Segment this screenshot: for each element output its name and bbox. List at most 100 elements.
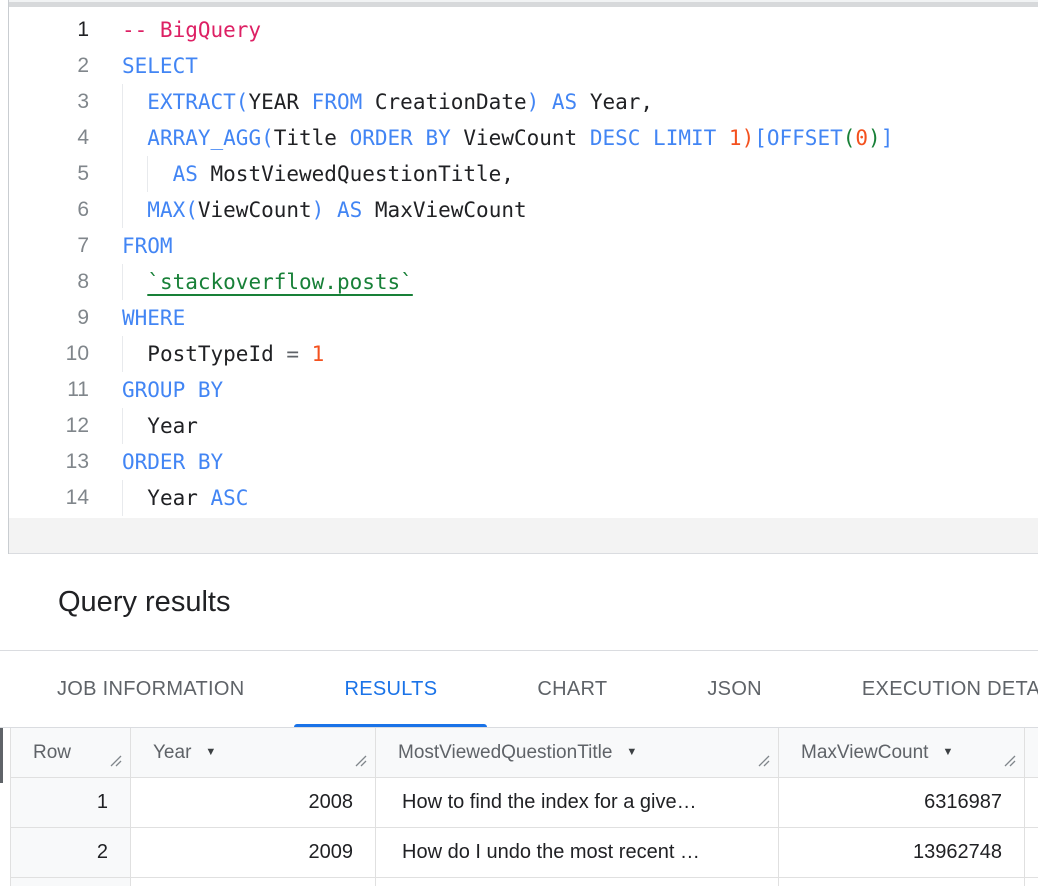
indent-guide [122, 192, 123, 228]
column-resize-handle-icon[interactable] [354, 751, 367, 773]
table-cell[interactable]: How do I undo the most recent … [376, 828, 779, 877]
table-cell[interactable]: 13962748 [779, 828, 1025, 877]
tab-label: JOB INFORMATION [57, 678, 244, 701]
code-tokens: -- BigQuery [122, 18, 261, 42]
code-line[interactable]: 6 MAX(ViewCount) AS MaxViewCount [9, 192, 1038, 228]
line-number: 9 [9, 300, 100, 336]
indent-guide [122, 156, 123, 192]
code-text: AS MostViewedQuestionTitle, [122, 156, 514, 192]
column-menu-arrow-icon[interactable]: ▼ [626, 747, 637, 758]
code-line[interactable]: 3 EXTRACT(YEAR FROM CreationDate) AS Yea… [9, 84, 1038, 120]
column-resize-handle-icon[interactable] [1003, 751, 1016, 773]
tab-label: JSON [707, 678, 762, 701]
code-text: -- BigQuery [122, 12, 261, 48]
line-number: 4 [9, 120, 100, 156]
line-number: 6 [9, 192, 100, 228]
line-number: 13 [9, 444, 100, 480]
indent-guide [122, 120, 123, 156]
code-text: SELECT [122, 48, 198, 84]
code-tokens: SELECT [122, 54, 198, 78]
column-menu-arrow-icon[interactable]: ▼ [205, 747, 216, 758]
line-number: 12 [9, 408, 100, 444]
code-line[interactable]: 1 -- BigQuery [9, 12, 1038, 48]
code-tokens: ARRAY_AGG(Title ORDER BY ViewCount DESC … [122, 126, 893, 150]
table-cell[interactable]: 2008 [131, 778, 376, 827]
column-label: Row [33, 742, 71, 764]
code-tokens: PostTypeId = 1 [122, 342, 324, 366]
line-number: 2 [9, 48, 100, 84]
table-cell[interactable] [131, 878, 376, 886]
column-resize-handle-icon[interactable] [109, 751, 122, 773]
editor-bottom-gutter [9, 518, 1038, 554]
table-cell[interactable]: How to find the index for a give… [376, 778, 779, 827]
row-number-cell[interactable]: 1 [11, 778, 131, 827]
results-table: RowYear▼MostViewedQuestionTitle▼MaxViewC… [10, 728, 1038, 886]
line-number: 3 [9, 84, 100, 120]
code-text: PostTypeId = 1 [122, 336, 324, 372]
page-title: Query results [58, 586, 230, 619]
code-text: `stackoverflow.posts` [122, 264, 413, 300]
tab-json[interactable]: JSON [657, 651, 812, 727]
code-line[interactable]: 5 AS MostViewedQuestionTitle, [9, 156, 1038, 192]
column-header-mostviewedquestiontitle[interactable]: MostViewedQuestionTitle▼ [376, 728, 779, 777]
code-line[interactable]: 13ORDER BY [9, 444, 1038, 480]
code-line[interactable]: 4 ARRAY_AGG(Title ORDER BY ViewCount DES… [9, 120, 1038, 156]
tab-results[interactable]: RESULTS [294, 651, 487, 727]
column-header-year[interactable]: Year ▼ [131, 728, 376, 777]
tab-execution-details[interactable]: EXECUTION DETAILS [812, 651, 1038, 727]
table-row: 12008How to find the index for a give…63… [11, 778, 1038, 828]
code-line[interactable]: 8 `stackoverflow.posts` [9, 264, 1038, 300]
table-left-scrollbar-thumb[interactable] [0, 728, 3, 783]
code-tokens: MAX(ViewCount) AS MaxViewCount [122, 198, 527, 222]
column-header-maxviewcount[interactable]: MaxViewCount▼ [779, 728, 1025, 777]
column-label: Year [153, 742, 191, 764]
table-row [11, 878, 1038, 886]
table-cell[interactable] [1025, 828, 1038, 877]
active-tab-underline [294, 724, 487, 727]
bigquery-query-panel: 1 -- BigQuery 2 SELECT 3 EXTRACT(YEAR FROM C… [0, 0, 1038, 886]
column-header-extra[interactable] [1025, 728, 1038, 777]
query-results-header: Query results [0, 554, 1038, 651]
line-number: 5 [9, 156, 100, 192]
table-cell[interactable] [1025, 778, 1038, 827]
sql-editor[interactable]: 1 -- BigQuery 2 SELECT 3 EXTRACT(YEAR FROM C… [9, 7, 1038, 518]
line-number: 1 [9, 12, 100, 48]
table-cell[interactable] [779, 878, 1025, 886]
column-menu-arrow-icon[interactable]: ▼ [942, 747, 953, 758]
code-line[interactable]: 2 SELECT [9, 48, 1038, 84]
line-number: 11 [9, 372, 100, 408]
code-line[interactable]: 12 Year [9, 408, 1038, 444]
line-number: 10 [9, 336, 100, 372]
indent-guide [122, 336, 123, 372]
indent-guide [122, 408, 123, 444]
code-text: Year [122, 408, 198, 444]
code-tokens: `stackoverflow.posts` [122, 270, 413, 294]
code-tokens: AS MostViewedQuestionTitle, [122, 162, 514, 186]
code-tokens: EXTRACT(YEAR FROM CreationDate) AS Year, [122, 90, 653, 114]
row-number-cell[interactable]: 2 [11, 828, 131, 877]
code-line[interactable]: 7FROM [9, 228, 1038, 264]
table-cell[interactable] [1025, 878, 1038, 886]
row-number-cell[interactable] [11, 878, 131, 886]
code-line[interactable]: 9WHERE [9, 300, 1038, 336]
tab-label: EXECUTION DETAILS [862, 678, 1038, 701]
code-text: MAX(ViewCount) AS MaxViewCount [122, 192, 527, 228]
table-cell[interactable]: 6316987 [779, 778, 1025, 827]
column-header-row[interactable]: Row [11, 728, 131, 777]
table-cell[interactable]: 2009 [131, 828, 376, 877]
tab-chart[interactable]: CHART [487, 651, 657, 727]
code-tokens: Year ASC [122, 486, 248, 510]
table-header-row: RowYear▼MostViewedQuestionTitle▼MaxViewC… [11, 728, 1038, 778]
table-cell[interactable] [376, 878, 779, 886]
tab-label: RESULTS [344, 678, 437, 701]
code-text: GROUP BY [122, 372, 223, 408]
indent-guide [122, 480, 123, 516]
indent-guide [122, 84, 123, 120]
tab-job-information[interactable]: JOB INFORMATION [7, 651, 294, 727]
code-line[interactable]: 11 GROUP BY [9, 372, 1038, 408]
tab-label: CHART [537, 678, 607, 701]
column-resize-handle-icon[interactable] [757, 751, 770, 773]
code-text: FROM [122, 228, 173, 264]
code-line[interactable]: 10 PostTypeId = 1 [9, 336, 1038, 372]
code-line[interactable]: 14 Year ASC [9, 480, 1038, 516]
